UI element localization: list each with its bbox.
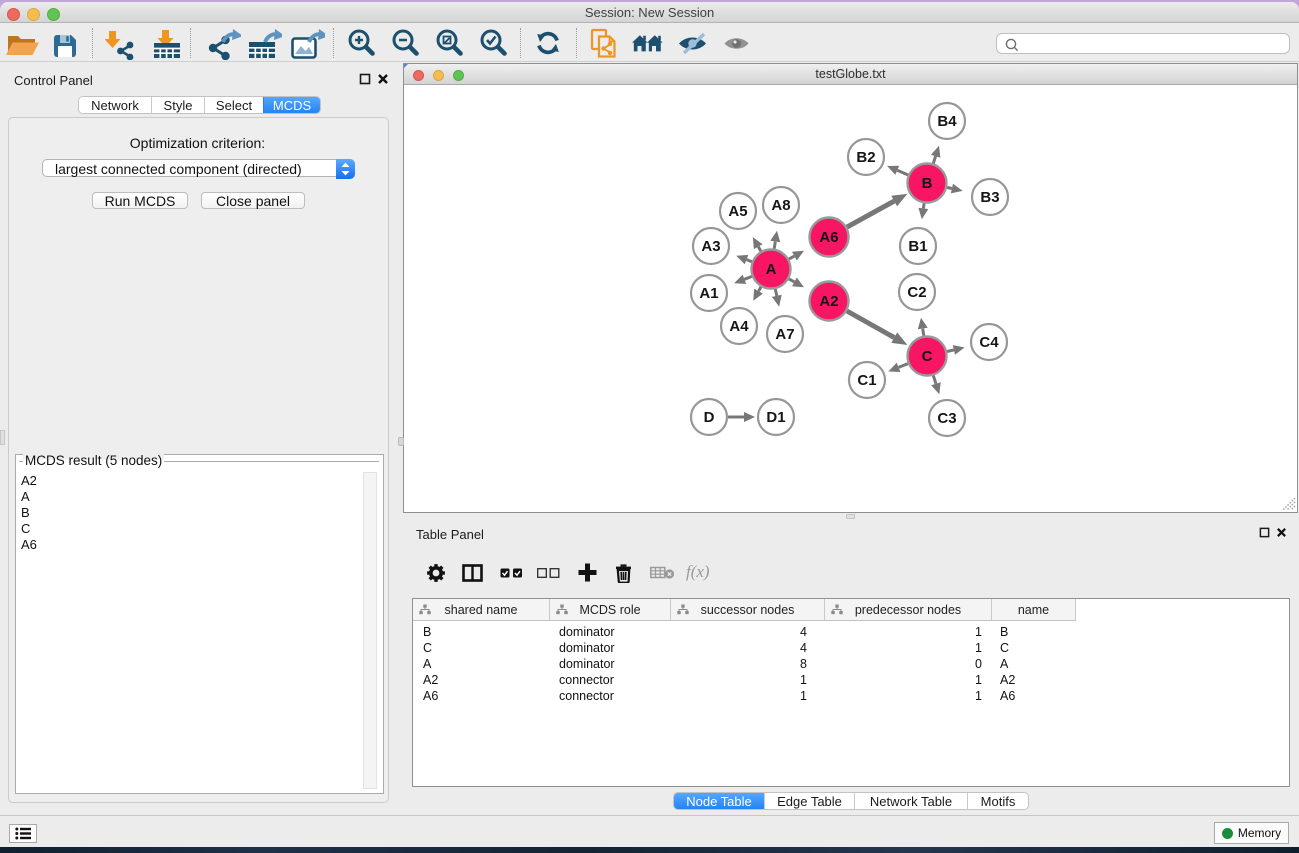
svg-text:B1: B1 <box>908 238 927 255</box>
svg-text:B: B <box>922 175 933 192</box>
svg-text:A3: A3 <box>701 238 720 255</box>
svg-text:D: D <box>704 409 715 426</box>
svg-text:A5: A5 <box>728 203 747 220</box>
svg-text:A7: A7 <box>775 326 794 343</box>
svg-text:B2: B2 <box>856 149 875 166</box>
svg-text:C: C <box>922 348 933 365</box>
svg-text:A: A <box>766 261 777 278</box>
svg-text:C1: C1 <box>857 372 876 389</box>
svg-text:B3: B3 <box>980 189 999 206</box>
svg-text:A1: A1 <box>699 285 718 302</box>
svg-text:B4: B4 <box>937 113 957 130</box>
svg-text:C3: C3 <box>937 410 956 427</box>
svg-text:A2: A2 <box>819 293 838 310</box>
svg-text:A8: A8 <box>771 197 790 214</box>
svg-text:A6: A6 <box>819 229 838 246</box>
svg-text:C2: C2 <box>907 284 926 301</box>
svg-text:A4: A4 <box>729 318 749 335</box>
svg-text:D1: D1 <box>766 409 785 426</box>
svg-text:C4: C4 <box>979 334 999 351</box>
